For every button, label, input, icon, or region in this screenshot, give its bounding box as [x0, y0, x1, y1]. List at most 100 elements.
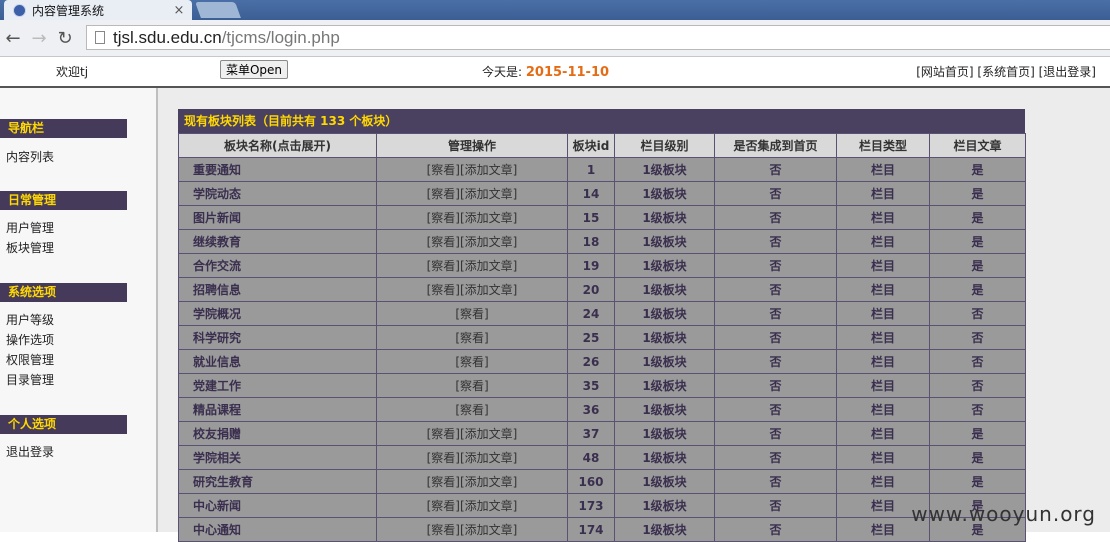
homepage-cell: 否 — [714, 397, 837, 422]
table-row: 图片新闻 [察看][添加文章] 15 1级板块否栏目是 — [178, 205, 1026, 230]
forward-arrow-icon[interactable]: → — [26, 28, 52, 49]
manage-ops-cell[interactable]: [察看][添加文章] — [376, 277, 568, 302]
homepage-cell: 否 — [714, 445, 837, 470]
homepage-cell: 否 — [714, 421, 837, 446]
board-name-cell[interactable]: 校友捐赠 — [178, 421, 377, 446]
sidebar-item-operation-options[interactable]: 操作选项 — [6, 331, 54, 348]
url-host: tjsl.sdu.edu.cn — [113, 27, 222, 47]
tab-title: 内容管理系统 — [32, 3, 105, 18]
reload-icon[interactable]: ↻ — [52, 28, 78, 49]
sidebar-item-user-manage[interactable]: 用户管理 — [6, 219, 54, 236]
articles-cell: 否 — [929, 301, 1026, 326]
board-name-cell[interactable]: 图片新闻 — [178, 205, 377, 230]
table-row: 继续教育 [察看][添加文章] 18 1级板块否栏目是 — [178, 229, 1026, 254]
manage-ops-cell[interactable]: [察看][添加文章] — [376, 181, 568, 206]
board-name-cell[interactable]: 中心通知 — [178, 517, 377, 542]
col-header-name: 板块名称(点击展开) — [178, 133, 377, 158]
sidebar-section-nav[interactable]: 导航栏 — [0, 119, 127, 138]
board-name-cell[interactable]: 合作交流 — [178, 253, 377, 278]
close-tab-icon[interactable]: × — [172, 3, 186, 18]
level-cell: 1级板块 — [614, 373, 715, 398]
table-row: 就业信息 [察看] 26 1级板块否栏目否 — [178, 349, 1026, 374]
sidebar-item-directory[interactable]: 目录管理 — [6, 371, 54, 388]
manage-ops-cell[interactable]: [察看][添加文章] — [376, 205, 568, 230]
system-home-link[interactable]: [系统首页] — [977, 65, 1034, 79]
board-name-cell[interactable]: 招聘信息 — [178, 277, 377, 302]
articles-cell: 否 — [929, 373, 1026, 398]
type-cell: 栏目 — [836, 301, 930, 326]
sidebar-item-logout[interactable]: 退出登录 — [6, 443, 54, 460]
sidebar-item-permission[interactable]: 权限管理 — [6, 351, 54, 368]
homepage-cell: 否 — [714, 325, 837, 350]
site-favicon-icon — [13, 3, 26, 17]
board-name-cell[interactable]: 就业信息 — [178, 349, 377, 374]
sidebar-section-system[interactable]: 系统选项 — [0, 283, 127, 302]
board-name-cell[interactable]: 学院动态 — [178, 181, 377, 206]
sidebar-item-board-manage[interactable]: 板块管理 — [6, 239, 54, 256]
main-content: 现有板块列表（目前共有 133 个板块） 板块名称(点击展开) 管理操作 板块i… — [158, 88, 1110, 542]
articles-cell: 是 — [929, 181, 1026, 206]
page-icon — [95, 31, 105, 44]
manage-ops-cell[interactable]: [察看] — [376, 349, 568, 374]
welcome-text: 欢迎tj — [56, 65, 89, 79]
browser-tab[interactable]: 内容管理系统 × — [4, 0, 192, 20]
board-name-cell[interactable]: 精品课程 — [178, 397, 377, 422]
type-cell: 栏目 — [836, 349, 930, 374]
sidebar-section-daily[interactable]: 日常管理 — [0, 191, 127, 210]
type-cell: 栏目 — [836, 181, 930, 206]
level-cell: 1级板块 — [614, 181, 715, 206]
manage-ops-cell[interactable]: [察看][添加文章] — [376, 253, 568, 278]
manage-ops-cell[interactable]: [察看][添加文章] — [376, 157, 568, 182]
table-row: 科学研究 [察看] 25 1级板块否栏目否 — [178, 325, 1026, 350]
manage-ops-cell[interactable]: [察看][添加文章] — [376, 517, 568, 542]
url-field[interactable]: tjsl.sdu.edu.cn/tjcms/login.php — [86, 25, 1110, 50]
table-row: 重要通知 [察看][添加文章] 1 1级板块否栏目是 — [178, 157, 1026, 182]
board-name-cell[interactable]: 党建工作 — [178, 373, 377, 398]
type-cell: 栏目 — [836, 325, 930, 350]
level-cell: 1级板块 — [614, 517, 715, 542]
logout-link[interactable]: [退出登录] — [1039, 65, 1096, 79]
back-arrow-icon[interactable]: ← — [0, 28, 26, 49]
articles-cell: 是 — [929, 253, 1026, 278]
level-cell: 1级板块 — [614, 397, 715, 422]
manage-ops-cell[interactable]: [察看] — [376, 301, 568, 326]
table-row: 精品课程 [察看] 36 1级板块否栏目否 — [178, 397, 1026, 422]
manage-ops-cell[interactable]: [察看][添加文章] — [376, 229, 568, 254]
sidebar-section-personal[interactable]: 个人选项 — [0, 415, 127, 434]
homepage-cell: 否 — [714, 517, 837, 542]
manage-ops-cell[interactable]: [察看] — [376, 397, 568, 422]
board-name-cell[interactable]: 中心新闻 — [178, 493, 377, 518]
board-name-cell[interactable]: 学院相关 — [178, 445, 377, 470]
watermark: www.wooyun.org — [911, 502, 1096, 526]
manage-ops-cell[interactable]: [察看][添加文章] — [376, 493, 568, 518]
browser-tab-bar: 内容管理系统 × — [0, 0, 1110, 20]
board-id-cell: 48 — [567, 445, 615, 470]
col-header-homepage: 是否集成到首页 — [714, 133, 837, 158]
manage-ops-cell[interactable]: [察看][添加文章] — [376, 445, 568, 470]
board-name-cell[interactable]: 继续教育 — [178, 229, 377, 254]
manage-ops-cell[interactable]: [察看][添加文章] — [376, 469, 568, 494]
board-name-cell[interactable]: 重要通知 — [178, 157, 377, 182]
sidebar-item-content-list[interactable]: 内容列表 — [6, 148, 54, 165]
manage-ops-cell[interactable]: [察看][添加文章] — [376, 421, 568, 446]
board-id-cell: 15 — [567, 205, 615, 230]
manage-ops-cell[interactable]: [察看] — [376, 325, 568, 350]
new-tab-button[interactable] — [195, 2, 241, 18]
type-cell: 栏目 — [836, 445, 930, 470]
type-cell: 栏目 — [836, 421, 930, 446]
articles-cell: 是 — [929, 277, 1026, 302]
table-row: 中心新闻 [察看][添加文章] 173 1级板块否栏目是 — [178, 493, 1026, 518]
menu-open-button[interactable]: 菜单Open — [220, 60, 288, 79]
board-id-cell: 25 — [567, 325, 615, 350]
board-name-cell[interactable]: 学院概况 — [178, 301, 377, 326]
articles-cell: 是 — [929, 157, 1026, 182]
site-home-link[interactable]: [网站首页] — [916, 65, 973, 79]
sidebar-item-user-level[interactable]: 用户等级 — [6, 311, 54, 328]
board-name-cell[interactable]: 研究生教育 — [178, 469, 377, 494]
board-name-cell[interactable]: 科学研究 — [178, 325, 377, 350]
manage-ops-cell[interactable]: [察看] — [376, 373, 568, 398]
articles-cell: 否 — [929, 397, 1026, 422]
col-header-ops: 管理操作 — [376, 133, 568, 158]
url-path: /tjcms/login.php — [221, 27, 340, 47]
level-cell: 1级板块 — [614, 469, 715, 494]
